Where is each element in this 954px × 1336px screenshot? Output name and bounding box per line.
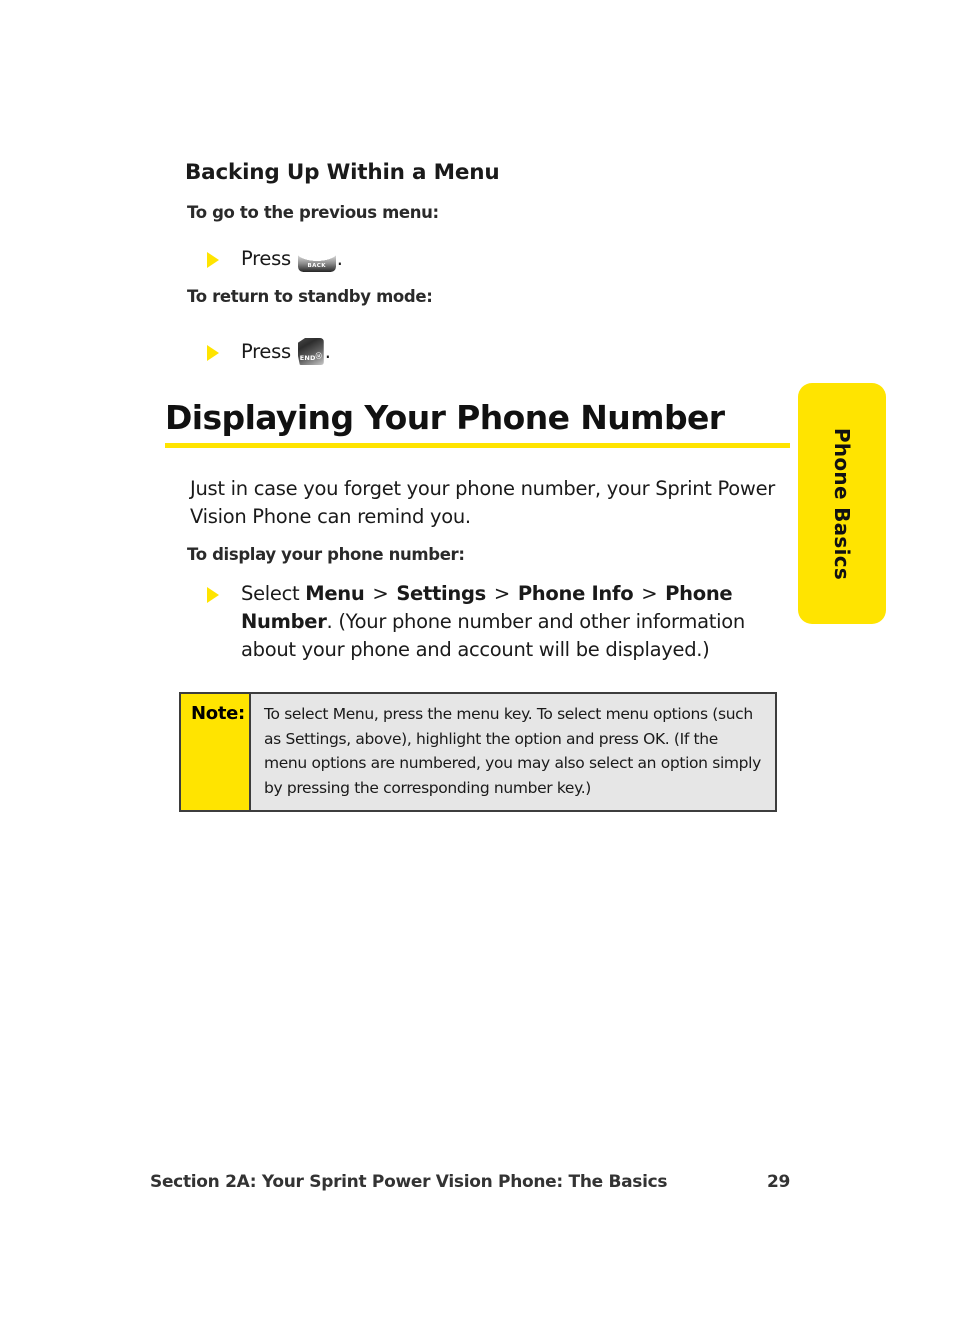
page-title: Displaying Your Phone Number [165, 398, 725, 437]
footer-page-number: 29 [766, 1172, 790, 1192]
bullet-press-back: Press BACK . [207, 245, 343, 273]
subheading-display-number: To display your phone number: [187, 545, 465, 564]
select-lead: Select [241, 582, 306, 605]
side-tab-label: Phone Basics [830, 427, 854, 580]
back-key-cap: BACK [307, 263, 326, 269]
side-tab-phone-basics: Phone Basics [798, 383, 886, 624]
note-label: Note: [191, 703, 245, 724]
menu-path-trail: . [326, 610, 333, 633]
menu-path-sep-2: > [487, 582, 516, 605]
end-key-text: END [299, 354, 316, 362]
footer-section-label: Section 2A: Your Sprint Power Vision Pho… [150, 1172, 668, 1192]
title-underline-rule [165, 443, 790, 448]
triangle-bullet-icon [207, 345, 219, 361]
intro-paragraph: Just in case you forget your phone numbe… [190, 477, 775, 528]
back-key-icon: BACK [297, 251, 336, 272]
subheading-previous-menu: To go to the previous menu: [187, 203, 439, 222]
bullet-press-end: Press ENDⓤ . [207, 338, 331, 366]
bullet-press-end-text: Press ENDⓤ . [241, 338, 331, 366]
note-label-cell: Note: [181, 694, 251, 810]
menu-path-menu: Menu [305, 582, 365, 605]
press-label-end: Press [241, 340, 291, 363]
period-back: . [336, 247, 343, 270]
bullet-select-menu-path: Select Menu > Settings > Phone Info > Ph… [207, 580, 787, 664]
bullet-select-text: Select Menu > Settings > Phone Info > Ph… [241, 580, 787, 664]
triangle-bullet-icon [207, 587, 219, 603]
end-key-power-icon: ⓤ [315, 353, 322, 360]
end-key-icon: ENDⓤ [297, 338, 324, 365]
page-footer: Section 2A: Your Sprint Power Vision Pho… [150, 1172, 810, 1192]
press-label-back: Press [241, 247, 291, 270]
subheading-standby-mode: To return to standby mode: [187, 287, 433, 306]
menu-path-sep-1: > [366, 582, 395, 605]
note-body-text: To select Menu, press the menu key. To s… [264, 705, 761, 797]
menu-path-phone-info: Phone Info [517, 582, 634, 605]
bullet-press-back-text: Press BACK . [241, 245, 343, 273]
menu-path-settings: Settings [396, 582, 486, 605]
menu-path-sep-3: > [635, 582, 664, 605]
section-heading-backing-up: Backing Up Within a Menu [185, 160, 500, 185]
page-canvas: Phone Basics Backing Up Within a Menu To… [0, 0, 954, 1336]
end-key-cap: ENDⓤ [298, 343, 324, 372]
note-box: Note: To select Menu, press the menu key… [179, 692, 777, 812]
period-end: . [324, 340, 331, 363]
triangle-bullet-icon [207, 252, 219, 268]
